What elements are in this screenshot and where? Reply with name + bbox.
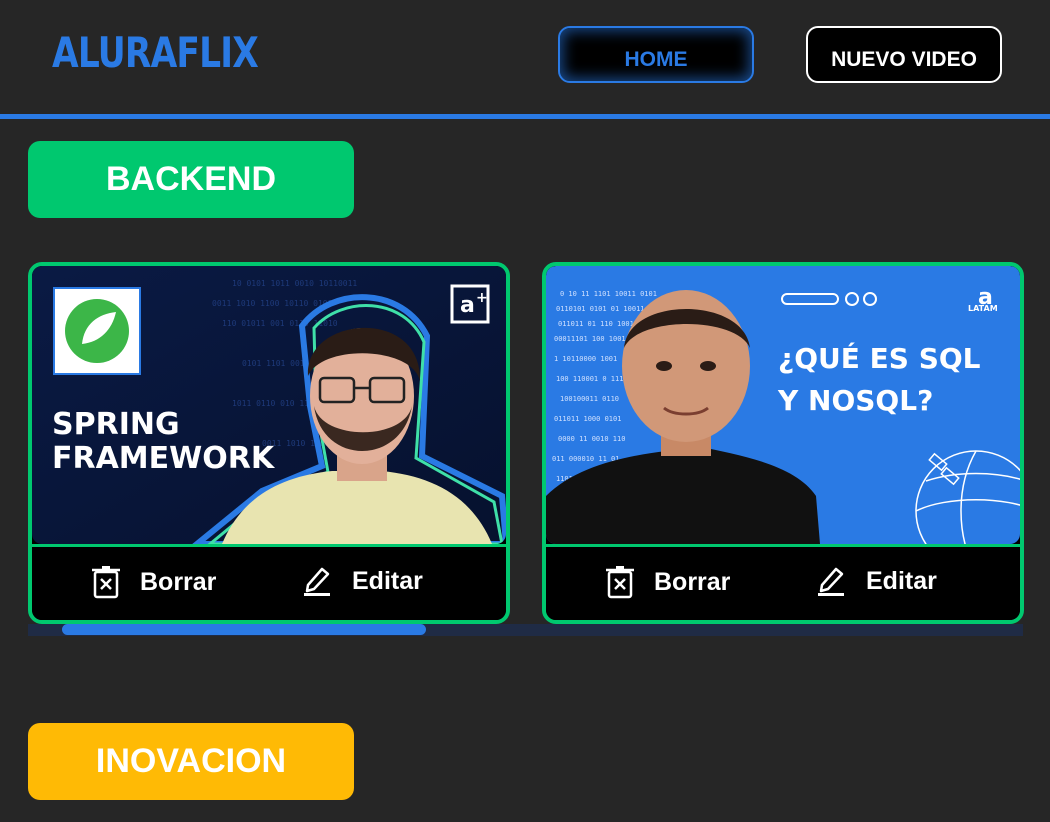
thumbnail-title-line2: FRAMEWORK bbox=[52, 441, 275, 476]
delete-button[interactable]: Borrar bbox=[92, 565, 216, 599]
delete-label: Borrar bbox=[140, 567, 217, 596]
svg-text:10 0101 1011 0010 10110011: 10 0101 1011 0010 10110011 bbox=[232, 279, 357, 288]
logo[interactable]: ALURAFLIX bbox=[52, 28, 259, 77]
svg-text:0 10 11 1101 10011 0101: 0 10 11 1101 10011 0101 bbox=[560, 290, 657, 298]
category-badge-inovacion: INOVACION bbox=[28, 723, 354, 800]
svg-text:011011 01 110 100101: 011011 01 110 100101 bbox=[558, 320, 642, 328]
card-actions: Borrar Editar bbox=[546, 544, 1020, 620]
pencil-icon bbox=[304, 567, 330, 596]
video-thumbnail[interactable]: 0 10 11 1101 10011 0101 0110101 0101 01 … bbox=[546, 266, 1020, 544]
video-thumbnail[interactable]: 10 0101 1011 0010 10110011 0011 1010 110… bbox=[32, 266, 506, 544]
header: ALURAFLIX HOME NUEVO VIDEO bbox=[0, 0, 1050, 116]
home-button[interactable]: HOME bbox=[558, 26, 754, 83]
svg-text:011 000010 11 01: 011 000010 11 01 bbox=[552, 455, 619, 463]
edit-label: Editar bbox=[352, 566, 423, 595]
delete-label: Borrar bbox=[654, 567, 731, 596]
category-badge-backend: BACKEND bbox=[28, 141, 354, 218]
svg-text:+: + bbox=[476, 290, 488, 306]
thumbnail-title-line2: Y NOSQL? bbox=[778, 384, 934, 417]
svg-text:100100011 0110: 100100011 0110 bbox=[560, 395, 619, 403]
thumbnail-title-line1: ¿QUÉ ES SQL bbox=[778, 342, 981, 375]
pencil-icon bbox=[818, 567, 844, 596]
card-actions: Borrar Editar bbox=[32, 544, 506, 620]
svg-text:1 10110000 1001: 1 10110000 1001 bbox=[554, 355, 617, 363]
svg-text:a: a bbox=[460, 293, 475, 318]
new-video-button[interactable]: NUEVO VIDEO bbox=[806, 26, 1002, 83]
trash-icon bbox=[606, 566, 634, 599]
edit-label: Editar bbox=[866, 566, 937, 595]
thumbnail-title-line1: SPRING bbox=[52, 407, 180, 442]
edit-button[interactable]: Editar bbox=[302, 565, 423, 597]
svg-text:0011 1010 1100 10110 0101: 0011 1010 1100 10110 0101 bbox=[212, 299, 333, 308]
trash-icon bbox=[92, 566, 120, 599]
svg-text:00011101 100 1001: 00011101 100 1001 bbox=[554, 335, 626, 343]
edit-button[interactable]: Editar bbox=[816, 565, 937, 597]
carousel-scrollbar-thumb[interactable] bbox=[62, 624, 426, 635]
svg-text:0000 11 0010 110: 0000 11 0010 110 bbox=[558, 435, 625, 443]
video-card: 10 0101 1011 0010 10110011 0011 1010 110… bbox=[28, 262, 510, 624]
video-card: 0 10 11 1101 10011 0101 0110101 0101 01 … bbox=[542, 262, 1024, 624]
delete-button[interactable]: Borrar bbox=[606, 565, 730, 599]
svg-text:0110101 0101 01 10011: 0110101 0101 01 10011 bbox=[556, 305, 645, 313]
thumbnail-brand: LATAM bbox=[968, 304, 998, 313]
svg-text:011011 1000 0101: 011011 1000 0101 bbox=[554, 415, 621, 423]
svg-text:100 110001 0 1110: 100 110001 0 1110 bbox=[556, 375, 628, 383]
header-divider bbox=[0, 114, 1050, 119]
